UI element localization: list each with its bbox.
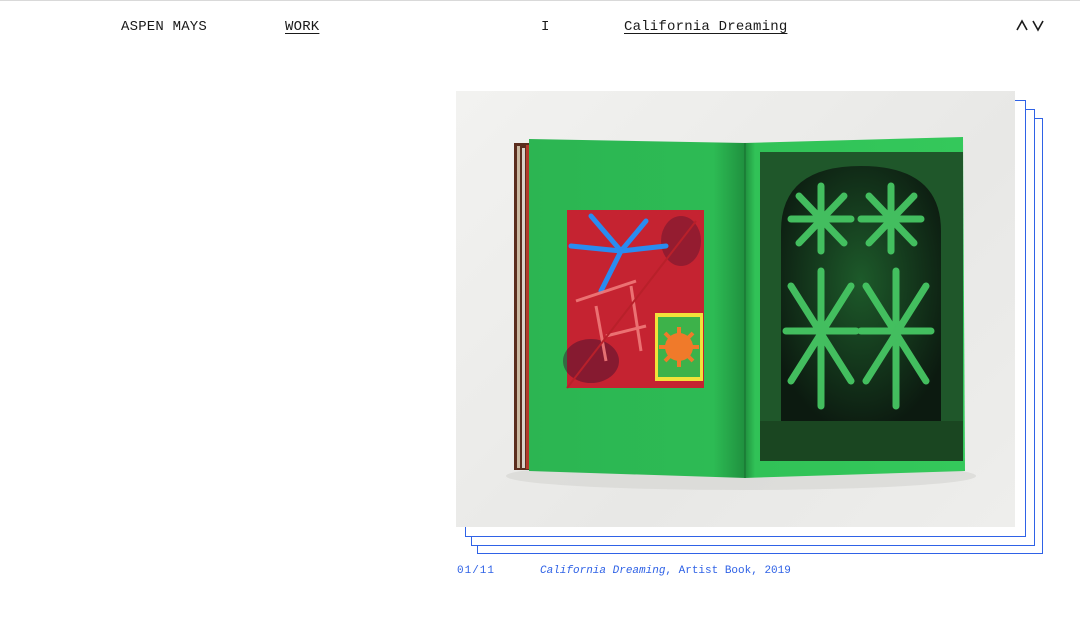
gallery-image[interactable] — [456, 91, 1015, 527]
green-window-print — [760, 152, 963, 461]
previous-project-button[interactable] — [1015, 16, 1029, 34]
caption-title: California Dreaming — [540, 565, 666, 577]
nav-work-link[interactable]: WORK — [285, 18, 319, 36]
top-divider — [0, 0, 1080, 1]
artist-book-photo — [506, 137, 976, 490]
image-counter: 01/11 — [457, 565, 496, 577]
chevron-up-icon — [1016, 19, 1028, 31]
next-project-button[interactable] — [1031, 16, 1045, 34]
nav-separator: I — [541, 19, 550, 35]
caption-details: , Artist Book, 2019 — [665, 565, 791, 577]
site-title[interactable]: ASPEN MAYS — [121, 18, 207, 36]
chevron-down-icon — [1032, 20, 1044, 32]
project-title-link[interactable]: California Dreaming — [624, 18, 787, 36]
image-caption: California Dreaming, Artist Book, 2019 — [540, 564, 791, 578]
red-abstract-print — [563, 210, 704, 389]
